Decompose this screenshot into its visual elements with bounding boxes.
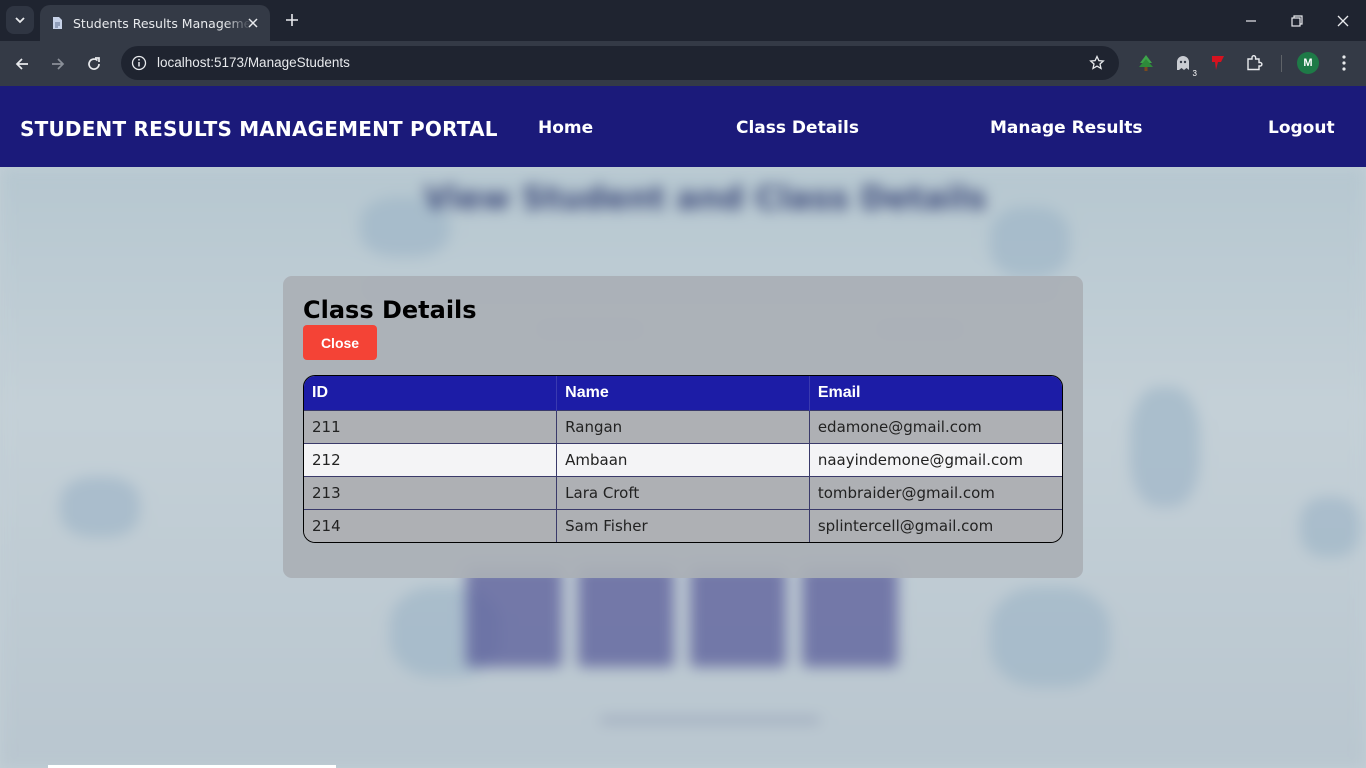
- column-header-id: ID: [304, 376, 558, 410]
- restore-icon: [1291, 15, 1303, 27]
- close-icon: [1337, 15, 1349, 27]
- background-button: [578, 567, 674, 667]
- table-row: 213 Lara Croft tombraider@gmail.com: [304, 475, 1062, 509]
- chevron-down-icon: [15, 17, 25, 24]
- arrow-left-icon: [15, 58, 28, 70]
- extension-badge: 3: [1192, 69, 1197, 78]
- modal-title: Class Details: [303, 296, 477, 324]
- tree-extension-icon[interactable]: [1134, 51, 1158, 75]
- table-row: 214 Sam Fisher splintercell@gmail.com: [304, 508, 1062, 542]
- close-button[interactable]: Close: [303, 325, 377, 360]
- ghost-extension-icon[interactable]: 3: [1171, 51, 1197, 78]
- bookmark-star-icon[interactable]: [1087, 53, 1107, 73]
- cell-email: naayindemone@gmail.com: [809, 442, 1062, 476]
- restore-button[interactable]: [1284, 8, 1310, 34]
- background-shape: [990, 587, 1110, 687]
- background-shape: [60, 477, 140, 537]
- page-viewport: STUDENT RESULTS MANAGEMENT PORTAL Home C…: [0, 86, 1366, 768]
- cell-name: Rangan: [556, 409, 810, 443]
- plus-icon: [286, 14, 298, 26]
- tab-search-button[interactable]: [6, 6, 34, 34]
- profile-avatar[interactable]: M: [1297, 52, 1319, 74]
- background-text-line: [600, 717, 820, 723]
- column-header-name: Name: [556, 376, 810, 410]
- table-row: 211 Rangan edamone@gmail.com: [304, 409, 1062, 443]
- site-brand[interactable]: STUDENT RESULTS MANAGEMENT PORTAL: [20, 117, 498, 141]
- minimize-icon: [1246, 20, 1256, 22]
- table-header-row: ID Name Email: [304, 376, 1062, 410]
- cell-name: Sam Fisher: [556, 508, 810, 542]
- reload-icon: [88, 57, 100, 70]
- cell-id: 214: [304, 508, 558, 542]
- more-menu-icon[interactable]: [1332, 51, 1356, 75]
- close-window-button[interactable]: [1330, 8, 1356, 34]
- cell-id: 213: [304, 475, 558, 509]
- document-icon: [50, 15, 64, 31]
- background-button: [802, 567, 898, 667]
- cell-email: splintercell@gmail.com: [809, 508, 1062, 542]
- cell-email: edamone@gmail.com: [809, 409, 1062, 443]
- close-tab-icon[interactable]: [244, 14, 262, 32]
- background-button: [466, 567, 562, 667]
- minimize-button[interactable]: [1238, 8, 1264, 34]
- table-row: 212 Ambaan naayindemone@gmail.com: [304, 442, 1062, 476]
- reload-button[interactable]: [80, 50, 108, 78]
- cell-email: tombraider@gmail.com: [809, 475, 1062, 509]
- background-shape: [1300, 497, 1360, 557]
- toolbar-divider: [1281, 55, 1282, 72]
- address-bar[interactable]: localhost:5173/ManageStudents: [121, 46, 1119, 80]
- nav-link-home[interactable]: Home: [538, 118, 593, 138]
- nav-link-class-details[interactable]: Class Details: [736, 118, 859, 138]
- cell-id: 211: [304, 409, 558, 443]
- students-table-container: ID Name Email 211 Rangan edamone@gmail.c…: [303, 375, 1063, 543]
- arrow-right-icon: [52, 58, 65, 70]
- site-navbar: STUDENT RESULTS MANAGEMENT PORTAL Home C…: [0, 86, 1366, 167]
- browser-tab[interactable]: Students Results Management Portal: [40, 5, 270, 41]
- cell-id: 212: [304, 442, 558, 476]
- new-tab-button[interactable]: [281, 9, 303, 31]
- nav-link-manage-results[interactable]: Manage Results: [990, 118, 1143, 138]
- cell-name: Lara Croft: [556, 475, 810, 509]
- puzzle-extensions-icon[interactable]: [1242, 51, 1266, 75]
- tab-title: Students Results Management Portal: [73, 15, 251, 31]
- background-heading: View Student and Class Details: [424, 179, 987, 217]
- students-table: ID Name Email 211 Rangan edamone@gmail.c…: [304, 376, 1062, 542]
- cell-name: Ambaan: [556, 442, 810, 476]
- background-shape: [1130, 387, 1200, 507]
- background-button: [690, 567, 786, 667]
- site-info-icon[interactable]: [129, 53, 149, 73]
- browser-toolbar: localhost:5173/ManageStudents 3 M: [0, 41, 1366, 86]
- back-button[interactable]: [8, 50, 36, 78]
- background-shape: [990, 207, 1070, 277]
- pin-extension-icon[interactable]: [1206, 51, 1230, 75]
- class-details-modal: Class Details Close ID Name Email 211 Ra…: [283, 276, 1083, 578]
- address-url: localhost:5173/ManageStudents: [157, 55, 350, 70]
- browser-tab-strip: Students Results Management Portal: [0, 0, 1366, 41]
- column-header-email: Email: [809, 376, 1062, 410]
- nav-link-logout[interactable]: Logout: [1268, 118, 1335, 138]
- forward-button[interactable]: [44, 50, 72, 78]
